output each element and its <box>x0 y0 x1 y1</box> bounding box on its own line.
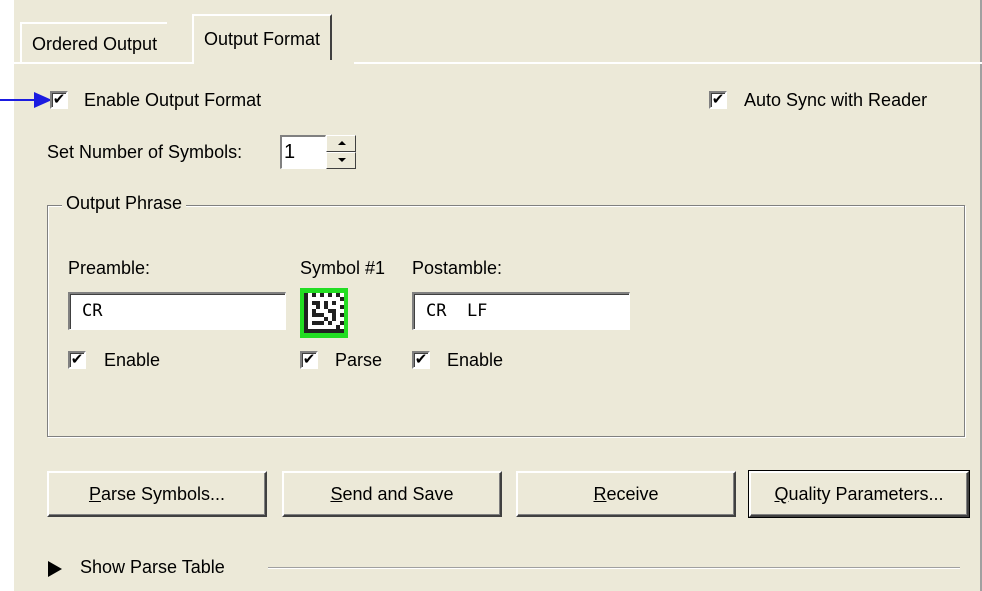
button-mnemonic: S <box>330 484 343 504</box>
button-label: eceive <box>606 484 659 504</box>
postamble-label: Postamble: <box>412 258 503 278</box>
parse-symbols-button[interactable]: Parse Symbols... <box>47 471 267 517</box>
arrow-down-icon <box>338 158 346 162</box>
symbols-count-spinner[interactable] <box>326 135 356 169</box>
checkmark-icon: ✔ <box>52 91 66 108</box>
spin-up-button[interactable] <box>326 135 356 152</box>
tab-strip-border <box>14 62 982 64</box>
enable-output-format-checkbox[interactable]: ✔ <box>50 91 68 109</box>
button-label: end and Save <box>342 484 454 504</box>
symbols-count-label: Set Number of Symbols: <box>47 142 243 162</box>
datamatrix-graphic <box>304 293 344 333</box>
tab-output-format[interactable]: Output Format <box>192 14 333 64</box>
button-mnemonic: P <box>88 484 101 504</box>
output-phrase-title: Output Phrase <box>62 193 187 214</box>
postamble-enable-checkbox[interactable]: ✔ <box>412 351 430 369</box>
checkmark-icon: ✔ <box>414 351 428 368</box>
button-mnemonic: Q <box>774 484 789 504</box>
preamble-enable-checkbox[interactable]: ✔ <box>68 351 86 369</box>
preamble-enable-label: Enable <box>104 350 161 370</box>
send-and-save-button[interactable]: Send and Save <box>282 471 502 517</box>
quality-parameters-button[interactable]: Quality Parameters... <box>748 470 970 518</box>
pointer-arrow-line <box>0 99 36 101</box>
postamble-enable-label: Enable <box>447 350 504 370</box>
symbol-parse-label: Parse <box>335 350 383 370</box>
postamble-field[interactable]: CR LF <box>412 292 630 330</box>
checkmark-icon: ✔ <box>711 91 725 108</box>
auto-sync-checkbox[interactable]: ✔ <box>709 91 727 109</box>
receive-button[interactable]: Receive <box>516 471 736 517</box>
enable-output-format-label: Enable Output Format <box>84 90 262 110</box>
button-mnemonic: R <box>593 484 607 504</box>
symbol-label: Symbol #1 <box>300 258 386 278</box>
spin-down-button[interactable] <box>326 152 356 169</box>
arrow-up-icon <box>338 141 346 145</box>
datamatrix-icon[interactable] <box>300 288 348 338</box>
tab-label: Output Format <box>204 29 321 49</box>
active-tab-join <box>194 60 354 66</box>
symbols-count-input[interactable]: 1 <box>280 135 326 169</box>
expand-triangle-icon[interactable] <box>48 561 62 577</box>
button-label: uality Parameters... <box>788 484 944 504</box>
auto-sync-label: Auto Sync with Reader <box>744 90 928 110</box>
button-label: arse Symbols... <box>100 484 226 504</box>
symbol-parse-checkbox[interactable]: ✔ <box>300 351 318 369</box>
preamble-field[interactable]: CR <box>68 292 286 330</box>
tab-ordered-output[interactable]: Ordered Output <box>20 22 168 62</box>
parse-table-divider <box>268 567 960 568</box>
checkmark-icon: ✔ <box>302 351 316 368</box>
tab-label: Ordered Output <box>32 34 158 54</box>
preamble-label: Preamble: <box>68 258 151 278</box>
show-parse-table-toggle[interactable]: Show Parse Table <box>80 557 225 578</box>
checkmark-icon: ✔ <box>70 351 84 368</box>
